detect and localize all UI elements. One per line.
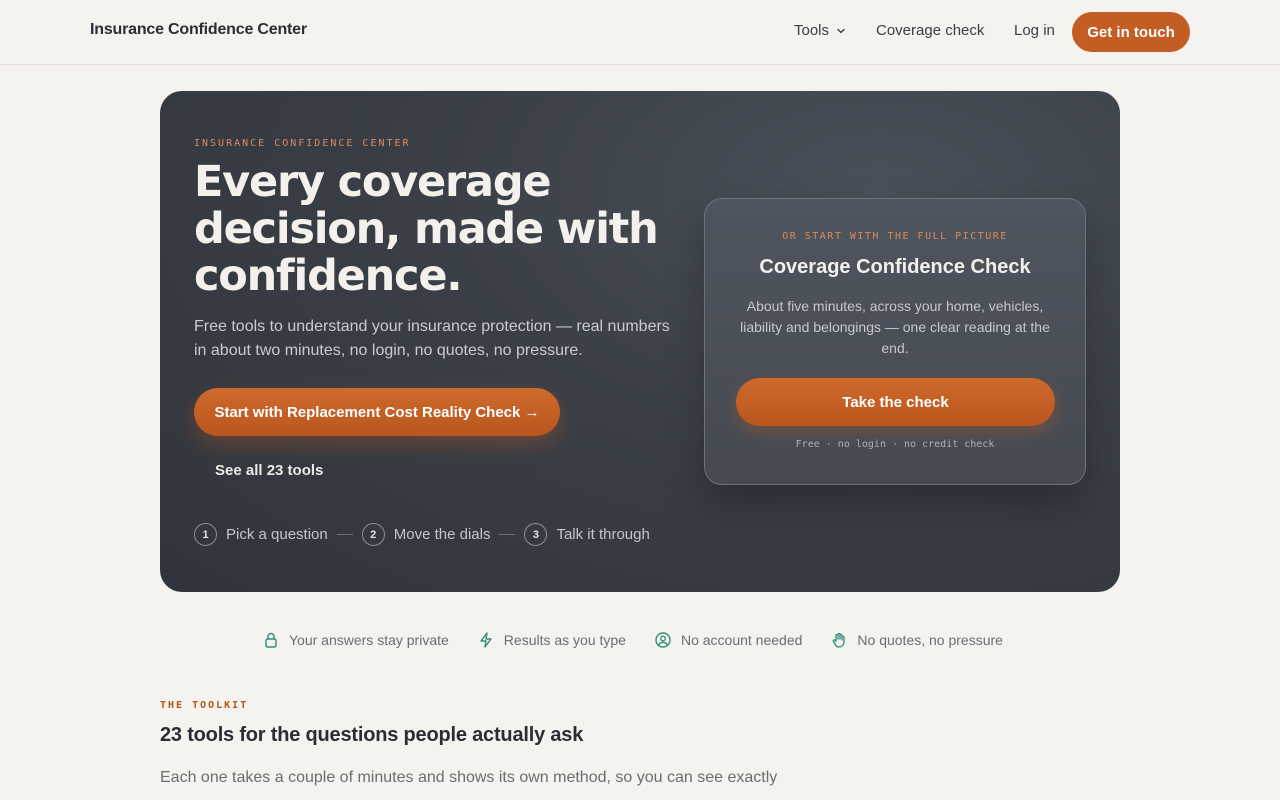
card-note: Free · no login · no credit check bbox=[795, 439, 995, 450]
get-in-touch-button[interactable]: Get in touch bbox=[1072, 12, 1190, 52]
start-replacement-cost-button[interactable]: Start with Replacement Cost Reality Chec… bbox=[194, 388, 560, 436]
step-label: Pick a question bbox=[226, 526, 328, 543]
trust-item-account: No account needed bbox=[654, 631, 802, 649]
hero-panel: INSURANCE CONFIDENCE CENTER Every covera… bbox=[160, 91, 1120, 592]
nav-login-link[interactable]: Log in bbox=[1014, 22, 1055, 39]
nav-tools-label: Tools bbox=[794, 22, 830, 39]
brand-logo[interactable]: Insurance Confidence Center bbox=[90, 21, 307, 39]
step-number: 3 bbox=[524, 523, 548, 546]
trust-label: No account needed bbox=[680, 632, 803, 648]
steps-row: 1 Pick a question 2 Move the dials 3 Tal… bbox=[194, 523, 650, 546]
hero-eyebrow: INSURANCE CONFIDENCE CENTER bbox=[194, 138, 411, 149]
toolkit-description: Each one takes a couple of minutes and s… bbox=[160, 769, 778, 786]
step-label: Talk it through bbox=[556, 526, 650, 543]
toolkit-eyebrow: THE TOOLKIT bbox=[160, 700, 249, 711]
hero-title: Every coverage decision, made with confi… bbox=[194, 157, 659, 301]
trust-row: Your answers stay private Results as you… bbox=[262, 631, 1003, 649]
chevron-down-icon bbox=[837, 28, 845, 33]
step-1: 1 Pick a question bbox=[194, 523, 328, 546]
card-title: Coverage Confidence Check bbox=[759, 256, 1031, 278]
take-the-check-button[interactable]: Take the check bbox=[736, 378, 1055, 426]
step-divider bbox=[499, 534, 516, 535]
hero-subtitle: Free tools to understand your insurance … bbox=[194, 318, 670, 359]
lightning-icon bbox=[480, 632, 492, 648]
nav-coverage-check[interactable]: Coverage check bbox=[876, 22, 984, 39]
trust-label: Your answers stay private bbox=[289, 632, 449, 648]
coverage-check-card: OR START WITH THE FULL PICTURE Coverage … bbox=[704, 198, 1086, 485]
site-header: Insurance Confidence Center Tools Covera… bbox=[0, 0, 1280, 65]
toolkit-title: 23 tools for the questions people actual… bbox=[160, 724, 584, 746]
see-all-tools-link[interactable]: See all 23 tools bbox=[215, 462, 323, 479]
trust-label: No quotes, no pressure bbox=[857, 632, 1003, 648]
trust-label: Results as you type bbox=[503, 632, 626, 648]
step-label: Move the dials bbox=[393, 526, 491, 543]
hand-icon bbox=[833, 632, 846, 648]
nav-tools-dropdown[interactable]: Tools bbox=[794, 22, 847, 39]
step-3: 3 Talk it through bbox=[524, 523, 650, 546]
card-eyebrow: OR START WITH THE FULL PICTURE bbox=[782, 231, 1008, 242]
user-circle-icon bbox=[655, 632, 671, 648]
trust-item-private: Your answers stay private bbox=[262, 631, 449, 649]
card-description: About five minutes, across your home, ve… bbox=[740, 298, 1050, 356]
lock-icon bbox=[265, 632, 277, 648]
step-number: 2 bbox=[361, 523, 385, 546]
step-2: 2 Move the dials bbox=[361, 523, 491, 546]
trust-item-results: Results as you type bbox=[477, 631, 626, 649]
trust-item-pressure: No quotes, no pressure bbox=[830, 631, 1003, 649]
step-divider bbox=[336, 534, 353, 535]
step-number: 1 bbox=[194, 523, 217, 546]
